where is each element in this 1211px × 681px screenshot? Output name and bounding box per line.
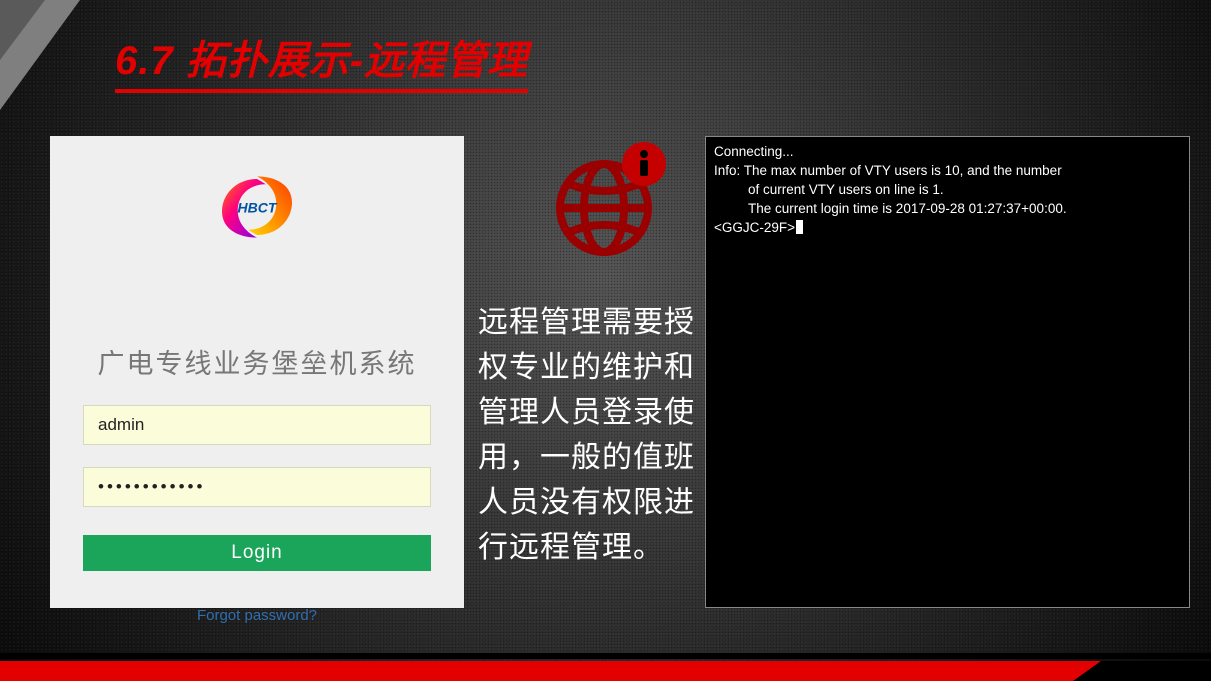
corner-decoration-inner [0,0,45,60]
password-input[interactable] [83,467,431,507]
logo: HBCT [50,172,464,242]
terminal-prompt[interactable]: <GGJC-29F> [714,219,1181,238]
terminal-line: of current VTY users on line is 1. [714,181,1181,200]
login-form: Login Forgot password? [50,405,464,624]
hbct-logo-icon: HBCT [212,172,302,242]
login-panel: HBCT 广电专线业务堡垒机系统 Login Forgot password? [50,136,464,608]
slide-title: 6.7 拓扑展示-远程管理 [115,28,528,93]
description-text: 远程管理需要授权专业的维护和管理人员登录使用，一般的值班人员没有权限进行远程管理… [478,300,698,570]
globe-info-icon [549,140,669,260]
terminal-line: Info: The max number of VTY users is 10,… [714,162,1181,181]
terminal-line: The current login time is 2017-09-28 01:… [714,200,1181,219]
username-input[interactable] [83,405,431,445]
login-button[interactable]: Login [83,535,431,571]
bottom-accent-triangle [1073,661,1101,681]
bottom-accent-bar [0,661,1211,681]
terminal-cursor [796,220,803,234]
forgot-password-link[interactable]: Forgot password? [83,607,431,624]
system-name: 广电专线业务堡垒机系统 [50,342,464,381]
terminal-line: Connecting... [714,143,1181,162]
terminal-window: Connecting... Info: The max number of VT… [705,136,1190,608]
bottom-accent-black [1101,661,1211,681]
svg-text:HBCT: HBCT [238,199,278,215]
